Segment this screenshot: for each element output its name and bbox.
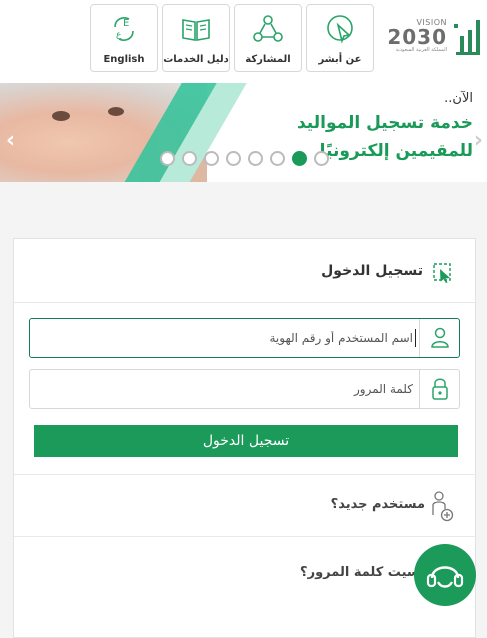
cursor-click-icon [327, 15, 353, 44]
banner-headline-1: خدمة تسجيل المواليد [296, 113, 473, 133]
lock-icon [432, 378, 448, 400]
share-network-icon [253, 15, 283, 42]
password-input[interactable] [31, 370, 419, 408]
nav-label: عن أبشر [318, 54, 362, 65]
add-user-icon [432, 491, 454, 522]
username-input[interactable] [31, 319, 419, 357]
username-field[interactable] [29, 318, 460, 358]
promo-banner[interactable]: الآن.. خدمة تسجيل المواليد للمقيمين إلكت… [0, 83, 487, 182]
lock-field-icon-box [419, 370, 459, 408]
nav-label: دليل الخدمات [163, 54, 229, 65]
svg-text:ع: ع [116, 30, 122, 40]
user-icon [431, 327, 449, 348]
text-caret [415, 329, 416, 347]
login-submit-button[interactable]: تسجيل الدخول [34, 425, 458, 457]
user-field-icon-box [419, 319, 459, 357]
login-card: تسجيل الدخول تسجيل الدخول [13, 238, 476, 638]
password-field[interactable] [29, 369, 460, 409]
top-header: VISION 2030 المملكة العربية السعودية عن … [0, 0, 487, 83]
new-user-label: مستخدم جديد؟ [330, 497, 425, 512]
banner-now-text: الآن.. [444, 91, 473, 106]
vision-2030-logo: VISION 2030 المملكة العربية السعودية [383, 18, 447, 64]
login-cursor-icon [433, 263, 451, 283]
prev-slide-arrow-icon[interactable]: ‹ [6, 128, 15, 153]
slider-dot[interactable] [314, 151, 329, 166]
slider-dot[interactable] [160, 151, 175, 166]
login-title: تسجيل الدخول [321, 263, 423, 279]
banner-headline-2: للمقيمين إلكترونيًا [319, 141, 473, 161]
forgot-password-label: نسيت كلمة المرور؟ [300, 565, 425, 580]
absher-logo[interactable] [454, 16, 482, 60]
slider-dot[interactable] [204, 151, 219, 166]
login-card-header: تسجيل الدخول [14, 239, 475, 303]
forgot-password-link[interactable]: نسيت كلمة المرور؟ [14, 536, 475, 598]
new-user-link[interactable]: مستخدم جديد؟ [14, 474, 475, 536]
photo-detail [108, 107, 124, 116]
next-slide-arrow-icon[interactable]: › [474, 128, 483, 153]
logo-area: VISION 2030 المملكة العربية السعودية [377, 8, 487, 68]
slider-dot[interactable] [182, 151, 197, 166]
nav-label: English [103, 54, 145, 65]
nav-participation[interactable]: المشاركة [234, 4, 302, 72]
banner-text-area: الآن.. خدمة تسجيل المواليد للمقيمين إلكت… [207, 83, 487, 182]
book-icon [182, 19, 210, 41]
svg-text:E: E [123, 18, 129, 29]
nav-about-absher[interactable]: عن أبشر [306, 4, 374, 72]
slider-dot[interactable] [270, 151, 285, 166]
slider-dot-active[interactable] [292, 151, 307, 166]
vision-year: 2030 [387, 25, 447, 49]
language-icon: E ع [114, 17, 134, 41]
nav-services-guide[interactable]: دليل الخدمات [162, 4, 230, 72]
photo-detail [52, 111, 70, 121]
nav-label: المشاركة [245, 54, 291, 65]
slider-dot[interactable] [248, 151, 263, 166]
slider-dot[interactable] [226, 151, 241, 166]
nav-english[interactable]: E ع English [90, 4, 158, 72]
